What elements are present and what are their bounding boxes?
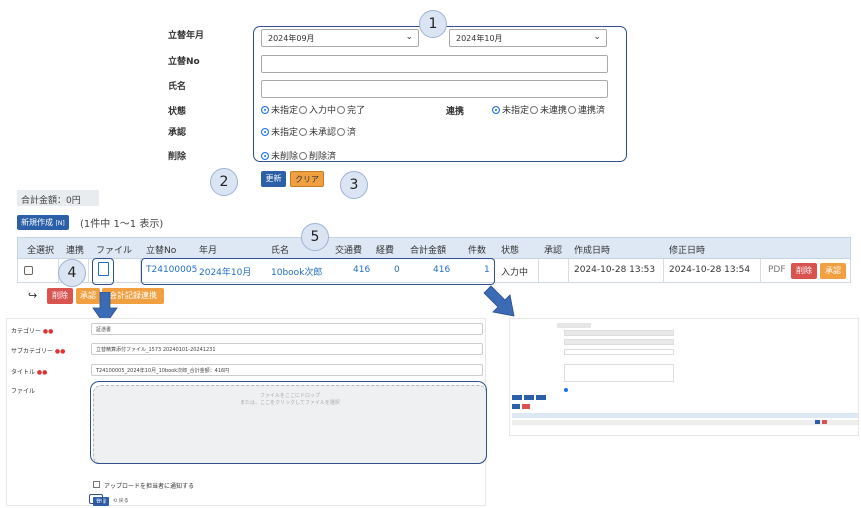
title-input[interactable]: T24100005_2024年10月_10book次郎_合計金額：416円 xyxy=(91,364,483,376)
notify-checkbox[interactable] xyxy=(93,481,100,488)
pdf-link[interactable]: PDF xyxy=(768,265,786,275)
row-created: 2024-10-28 13:53 xyxy=(574,265,656,275)
back-link[interactable]: ⟲ 戻る xyxy=(113,497,129,504)
subcategory-label: サブカテゴリー ●● xyxy=(11,348,66,355)
callout-frame-dropzone xyxy=(90,381,487,464)
header-name: 氏名 xyxy=(271,246,290,256)
header-expense: 経費 xyxy=(376,246,395,256)
header-transport: 交通費 xyxy=(335,246,363,256)
header-count: 件数 xyxy=(468,246,487,256)
table-header: 全選択 連携 ファイル 立替No 年月 氏名 交通費 経費 合計金額 件数 状態… xyxy=(17,237,851,259)
header-created: 作成日時 xyxy=(574,246,611,256)
callout-frame-register xyxy=(89,494,103,504)
header-link: 連携 xyxy=(66,246,85,256)
header-month: 年月 xyxy=(199,246,218,256)
category-select[interactable]: 証憑書 xyxy=(91,323,483,335)
arrow-down-right-icon xyxy=(483,285,515,317)
detail-preview-panel xyxy=(509,318,859,436)
callout-4: 4 xyxy=(58,259,86,287)
bulk-arrow-icon: ↪ xyxy=(28,289,38,302)
row-checkbox[interactable] xyxy=(24,266,33,275)
label-number: 立替No xyxy=(168,57,200,67)
clear-button[interactable]: クリア xyxy=(290,171,324,187)
header-number: 立替No xyxy=(146,246,177,256)
file-label: ファイル xyxy=(11,388,36,395)
callout-frame-file xyxy=(92,258,114,285)
label-month: 立替年月 xyxy=(168,31,205,41)
label-status: 状態 xyxy=(168,107,187,117)
callout-2: 2 xyxy=(210,168,238,196)
bulk-delete-button[interactable]: 削除 xyxy=(47,288,73,304)
header-select-all[interactable]: 全選択 xyxy=(27,243,54,256)
header-file: ファイル xyxy=(96,246,133,256)
row-modified: 2024-10-28 13:54 xyxy=(669,265,751,275)
header-approval: 承認 xyxy=(544,246,563,256)
callout-frame-search xyxy=(253,26,627,162)
header-status: 状態 xyxy=(501,246,520,256)
record-count: (1件中 1〜1 表示) xyxy=(80,219,164,230)
label-delete: 削除 xyxy=(168,152,187,162)
row-approve-button[interactable]: 承認 xyxy=(820,263,846,279)
row-status: 入力中 xyxy=(501,268,529,278)
callout-1: 1 xyxy=(419,10,447,38)
callout-frame-row xyxy=(141,258,495,285)
label-name: 氏名 xyxy=(168,82,187,92)
title-label: タイトル ●● xyxy=(11,369,48,376)
subcategory-select[interactable]: 立替精算添付ファイル_1573 20240101-20241231 xyxy=(91,343,483,355)
total-amount: 合計金額：0円 xyxy=(17,190,99,206)
callout-3: 3 xyxy=(340,171,368,199)
header-modified: 修正日時 xyxy=(669,246,706,256)
header-total: 合計金額 xyxy=(410,246,447,256)
category-label: カテゴリー ●● xyxy=(11,328,54,335)
label-approval: 承認 xyxy=(168,128,187,138)
new-button[interactable]: 新規作成 [N] xyxy=(17,215,69,230)
update-button[interactable]: 更新 xyxy=(261,171,286,187)
row-delete-button[interactable]: 削除 xyxy=(791,263,817,279)
notify-label: アップロードを担当者に通知する xyxy=(104,483,195,490)
callout-5: 5 xyxy=(301,223,329,251)
